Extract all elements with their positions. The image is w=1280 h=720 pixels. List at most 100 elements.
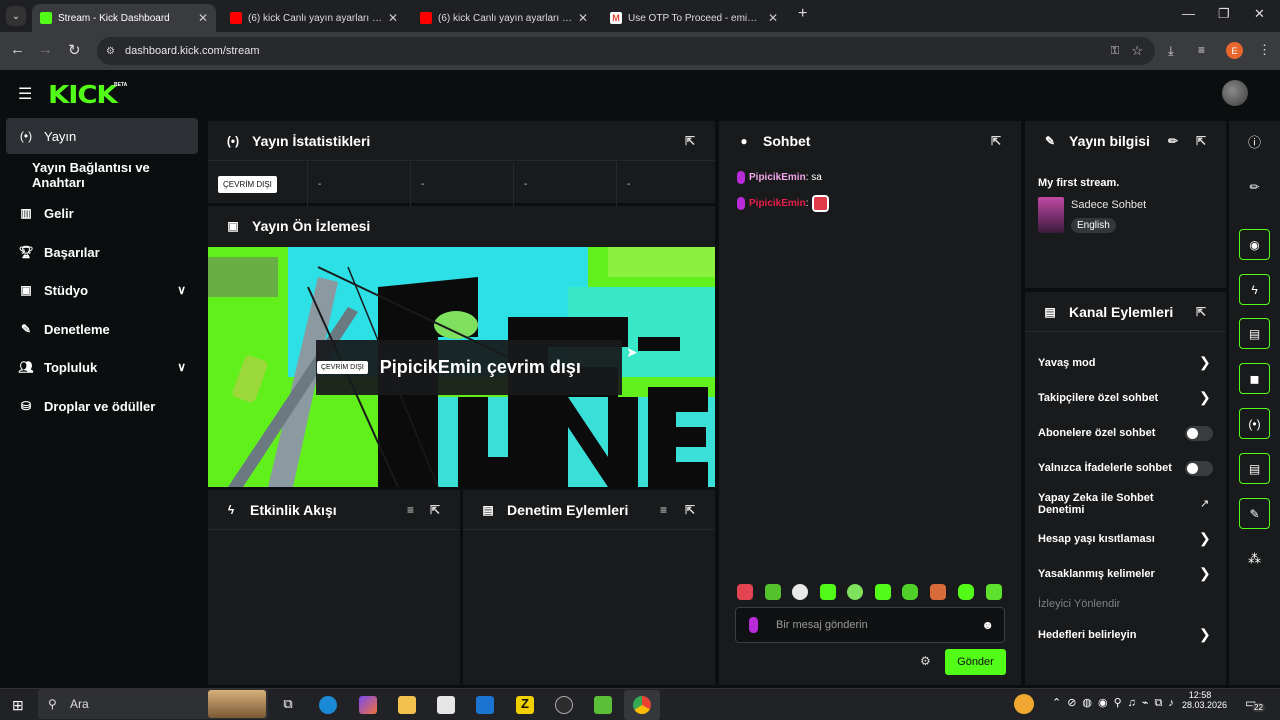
store-icon[interactable] [437,696,455,714]
wrench-icon[interactable]: ✎ [1239,498,1270,529]
popout-icon[interactable]: ⇱ [1196,305,1206,319]
close-tab-icon[interactable]: ✕ [768,11,778,25]
browser-tab-youtube-2[interactable]: (6) kick Canlı yayın ayarları Ve y ✕ [412,4,596,32]
chevron-right-icon[interactable]: ❯ [1199,354,1211,371]
weather-icon[interactable] [1014,694,1034,714]
tab-search-dropdown-icon[interactable]: ⌄ [6,6,26,26]
broadcast-icon[interactable]: (•) [1239,408,1270,439]
chevron-right-icon[interactable]: ❯ [1199,389,1211,406]
sidebar-item-basarilar[interactable]: 🏆︎ Başarılar [6,234,198,270]
close-window-icon[interactable]: ✕ [1254,6,1265,22]
password-key-icon[interactable]: ⚿ [1111,45,1119,58]
stats-widget-icon[interactable]: ◉ [1239,229,1270,260]
browser-tab-gmail[interactable]: M Use OTP To Proceed - eminakgi ✕ [602,4,786,32]
reading-list-icon[interactable]: ≡ [1198,43,1205,57]
copilot-icon[interactable] [359,696,377,714]
emote-icon[interactable] [930,584,946,600]
chevron-right-icon[interactable]: ❯ [1199,530,1211,547]
chrome-icon[interactable] [633,696,651,714]
site-info-icon[interactable]: ⚙ [106,46,115,57]
emoji-picker-icon[interactable]: ☻ [981,618,994,632]
close-tab-icon[interactable]: ✕ [388,11,398,25]
forward-icon[interactable]: → [38,41,53,58]
chat-message-input[interactable]: Bir mesaj gönderin ☻ [735,607,1005,643]
external-link-icon[interactable]: ↗ [1200,497,1209,510]
followers-only-action[interactable]: Takipçilere özel sohbet [1038,392,1158,404]
app-cube-icon[interactable] [594,696,612,714]
popout-icon[interactable]: ⇱ [1196,134,1206,148]
popout-icon[interactable]: ⇱ [991,134,1001,148]
browser-menu-icon[interactable]: ⋮ [1258,42,1271,58]
file-explorer-icon[interactable] [398,696,416,714]
category-thumbnail[interactable] [1038,197,1064,233]
info-icon[interactable]: ⓘ [1239,126,1270,157]
new-tab-icon[interactable]: + [798,5,807,23]
emote-icon[interactable] [737,584,753,600]
emote-icon[interactable] [847,584,863,600]
send-button[interactable]: Gönder [945,649,1006,675]
browser-tab-youtube-1[interactable]: (6) kick Canlı yayın ayarları Ve y ✕ [222,4,406,32]
emote-icon[interactable] [902,584,918,600]
emote-icon[interactable] [820,584,836,600]
address-bar[interactable]: ⚙ dashboard.kick.com/stream ⚿ ☆ [97,37,1155,65]
chat-username[interactable]: PipicikEmin [749,172,806,183]
back-icon[interactable]: ← [10,41,25,58]
outlook-icon[interactable] [476,696,494,714]
app-z-icon[interactable]: Z [516,696,534,714]
popout-icon[interactable]: ⇱ [685,503,695,517]
emote-icon[interactable] [765,584,781,600]
account-age-action[interactable]: Hesap yaşı kısıtlaması [1038,533,1155,545]
user-avatar[interactable] [1222,80,1248,106]
sidebar-item-studyo[interactable]: ▣ Stüdyo ∨ [6,272,198,308]
sidebar-item-yayin[interactable]: (•) Yayın [6,118,198,154]
chat-settings-gear-icon[interactable]: ⚙ [920,654,931,668]
close-tab-icon[interactable]: ✕ [578,11,588,25]
emotes-only-toggle[interactable] [1185,461,1213,476]
hamburger-menu-icon[interactable]: ☰ [18,84,32,104]
windows-start-icon[interactable]: ⊞ [12,697,24,714]
taskbar-clock[interactable]: 12:58 28.03.2026 [1182,690,1227,710]
emote-icon[interactable] [958,584,974,600]
more-widgets-icon[interactable]: ⁂ [1239,543,1270,574]
channel-actions-icon[interactable]: ▤ [1239,453,1270,484]
sidebar-item-topluluk[interactable]: 👥︎ Topluluk ∨ [6,349,198,385]
popout-icon[interactable]: ⇱ [685,134,695,148]
edit-pencil-icon[interactable]: ✏ [1168,134,1178,148]
download-icon[interactable]: ⤓ [1168,43,1174,59]
filter-icon[interactable]: ≡ [660,503,667,517]
emote-icon[interactable] [875,584,891,600]
profile-avatar[interactable]: E [1226,42,1243,59]
chat-username[interactable]: PipicikEmin [749,198,806,209]
edge-browser-icon[interactable] [319,696,337,714]
browser-tab-kick-dashboard[interactable]: Stream - Kick Dashboard ✕ [32,4,216,32]
sidebar-item-denetleme[interactable]: ✎ Denetleme [6,311,198,347]
sidebar-item-droplar[interactable]: ⛁ Droplar ve ödüller [6,388,198,424]
slow-mode-action[interactable]: Yavaş mod [1038,357,1095,369]
chevron-right-icon[interactable]: ❯ [1199,565,1211,582]
sidebar-item-stream-key[interactable]: Yayın Bağlantısı ve Anahtarı [6,157,198,193]
taskbar-search[interactable]: ⚲ Ara [38,689,268,719]
emote-icon[interactable] [792,584,808,600]
document-icon[interactable]: ▤ [1239,318,1270,349]
popout-icon[interactable]: ⇱ [430,503,440,517]
bookmark-star-icon[interactable]: ☆ [1131,43,1143,59]
chat-bubble-icon[interactable]: ◼ [1239,363,1270,394]
stream-category[interactable]: Sadece Sohbet [1071,199,1146,211]
filter-icon[interactable]: ≡ [407,503,414,517]
close-tab-icon[interactable]: ✕ [198,11,208,25]
chevron-right-icon[interactable]: ❯ [1199,626,1211,643]
reload-icon[interactable]: ↻ [68,41,81,59]
kick-logo[interactable]: KICK [48,80,118,109]
task-view-icon[interactable]: ⧉ [279,696,297,714]
lightning-icon[interactable]: ϟ [1239,274,1270,305]
system-tray-icons[interactable]: ⌃⊘◍◉⚲♫⌁⧉♪ [1052,696,1180,710]
obs-icon[interactable] [555,696,573,714]
set-goals-action[interactable]: Hedefleri belirleyin [1038,629,1136,641]
emote-icon[interactable] [986,584,1002,600]
maximize-icon[interactable]: ❐ [1218,6,1230,22]
ai-moderation-action[interactable]: Yapay Zeka ile Sohbet Denetimi [1038,492,1188,516]
minimize-icon[interactable]: — [1182,6,1195,21]
edit-pencil-icon[interactable]: ✏ [1239,171,1270,202]
sidebar-item-gelir[interactable]: ▥ Gelir [6,195,198,231]
subscribers-only-toggle[interactable] [1185,426,1213,441]
